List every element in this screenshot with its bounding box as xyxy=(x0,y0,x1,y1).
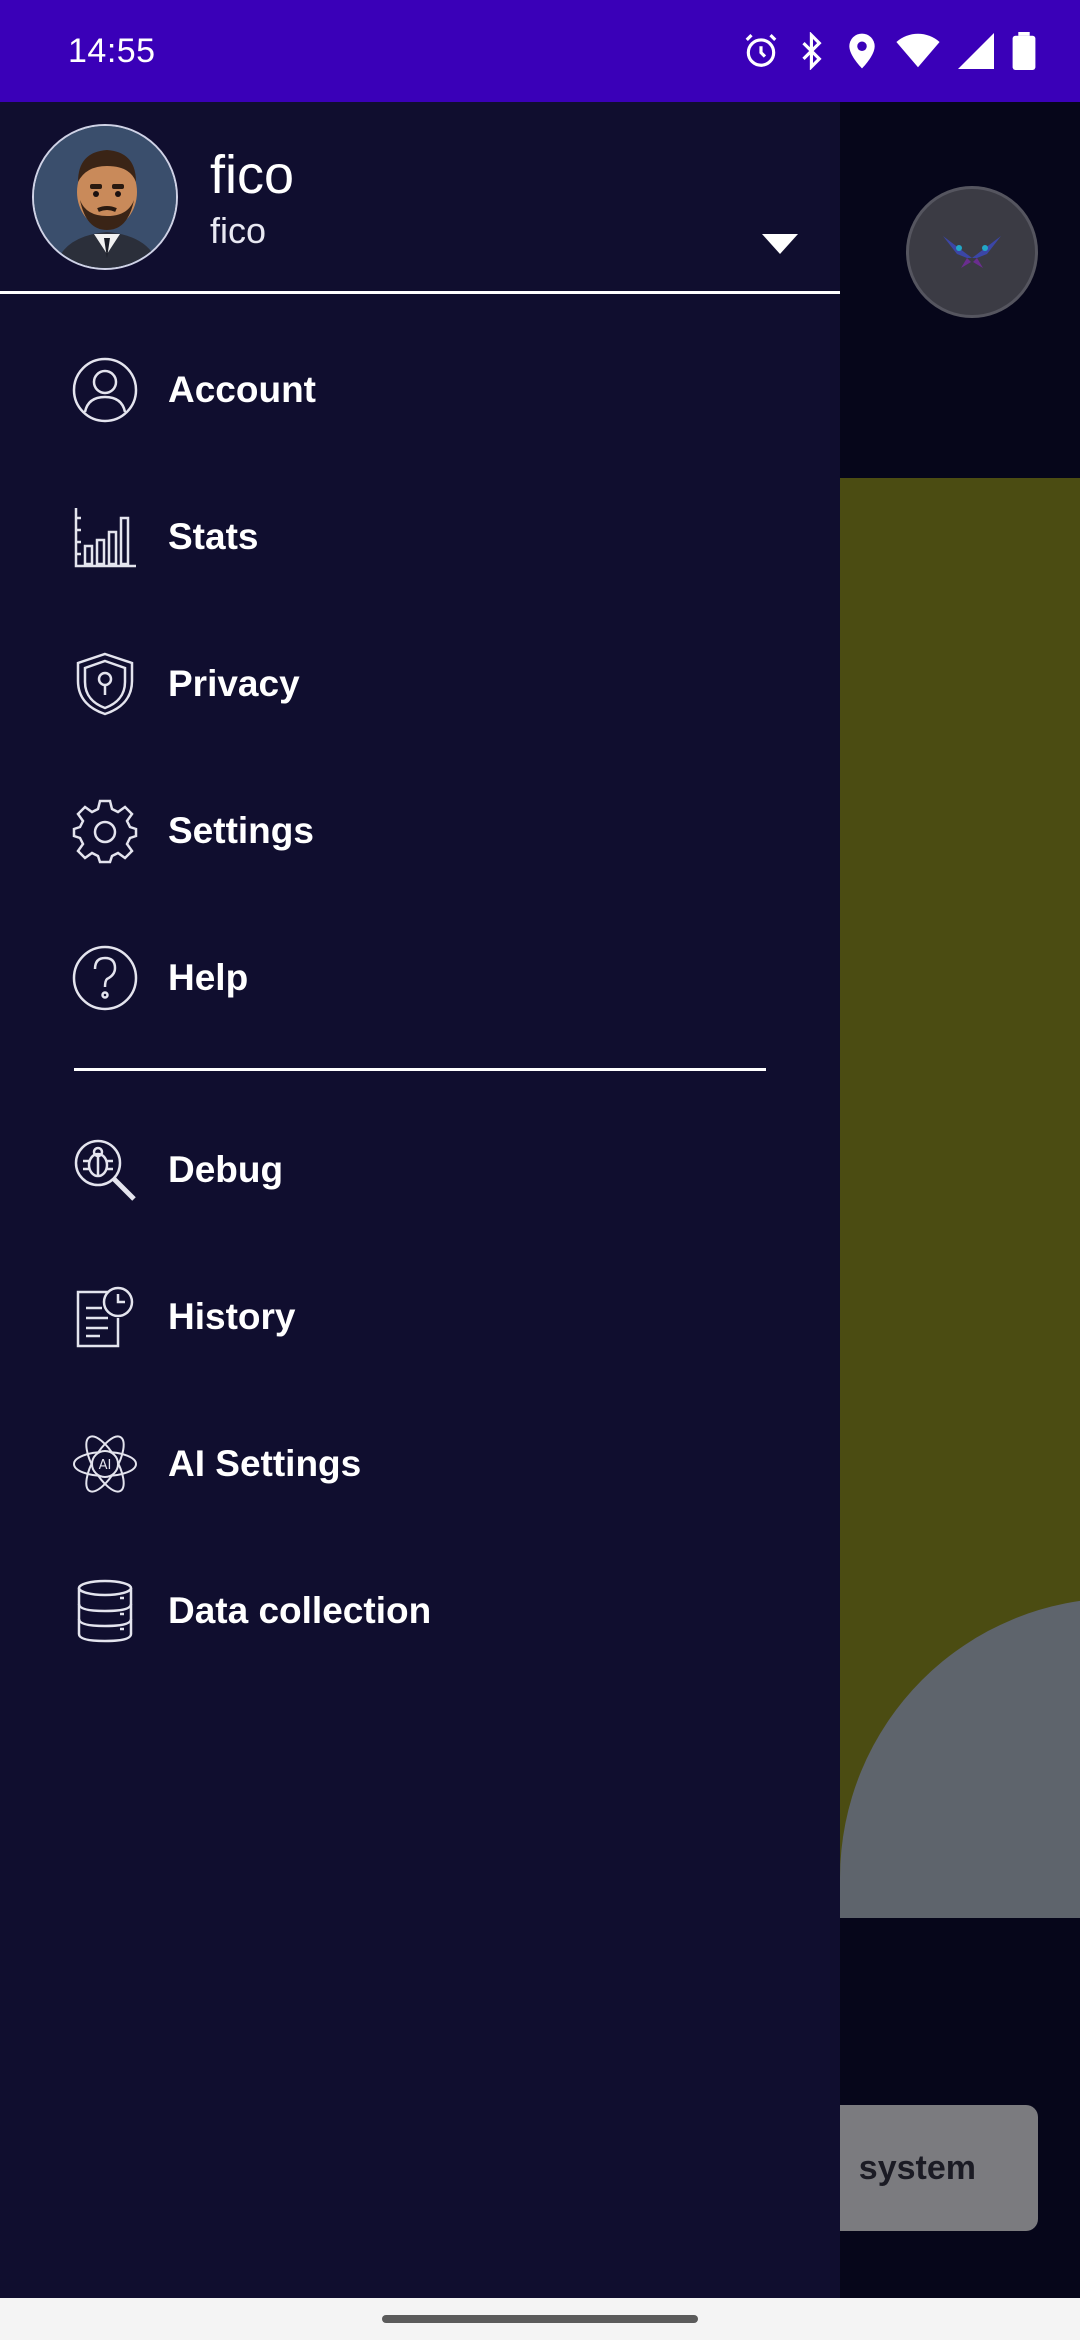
video-preview xyxy=(840,478,1080,1918)
menu-label-privacy: Privacy xyxy=(168,663,300,704)
svg-text:AI: AI xyxy=(99,1458,112,1473)
profile-avatar[interactable] xyxy=(32,124,178,270)
app-logo-avatar[interactable] xyxy=(906,186,1038,318)
menu-item-help[interactable]: Help xyxy=(0,918,840,1038)
bluetooth-icon xyxy=(798,32,828,70)
menu-label-history: History xyxy=(168,1296,296,1337)
menu-label-ai-settings: AI Settings xyxy=(168,1443,362,1484)
menu-item-account[interactable]: Account xyxy=(0,330,840,450)
location-icon xyxy=(846,32,878,70)
menu-label-settings: Settings xyxy=(168,810,314,851)
home-indicator[interactable] xyxy=(382,2315,698,2323)
status-time: 14:55 xyxy=(68,31,156,70)
signal-icon xyxy=(958,33,994,69)
status-bar: 14:55 xyxy=(0,0,1080,102)
menu-item-history[interactable]: History xyxy=(0,1257,840,1377)
navigation-drawer: fico fico Account Stats Privacy Settings… xyxy=(0,102,840,2298)
menu-label-debug: Debug xyxy=(168,1149,284,1190)
menu-label-help: Help xyxy=(168,957,249,998)
privacy-shield-icon xyxy=(72,651,138,717)
database-icon xyxy=(72,1578,138,1644)
help-icon xyxy=(72,945,138,1011)
profile-name: fico xyxy=(210,145,295,205)
menu-label-account: Account xyxy=(168,369,316,410)
avatar-illustration xyxy=(34,126,176,268)
history-icon xyxy=(72,1284,138,1350)
wifi-icon xyxy=(896,33,940,69)
drawer-header: fico fico xyxy=(0,102,840,294)
menu-item-debug[interactable]: Debug xyxy=(0,1110,840,1230)
caret-down-icon xyxy=(762,233,798,259)
menu-item-settings[interactable]: Settings xyxy=(0,771,840,891)
account-switcher-dropdown[interactable] xyxy=(760,233,800,259)
battery-icon xyxy=(1012,32,1036,70)
debug-icon xyxy=(72,1137,138,1203)
system-button-label: system xyxy=(858,2148,976,2187)
menu-item-data-collection[interactable]: Data collection xyxy=(0,1551,840,1671)
status-icons xyxy=(742,32,1036,70)
menu-label-data-collection: Data collection xyxy=(168,1590,432,1631)
ai-settings-icon: AI xyxy=(72,1431,138,1497)
screen: 14:55 system fico fico Account Stats Pri… xyxy=(0,0,1080,2340)
gear-icon xyxy=(72,798,138,864)
profile-handle: fico xyxy=(210,210,267,251)
account-icon xyxy=(72,357,138,423)
stats-icon xyxy=(72,504,138,570)
menu-item-stats[interactable]: Stats xyxy=(0,477,840,597)
menu-item-ai-settings[interactable]: AI AI Settings xyxy=(0,1404,840,1524)
menu-divider xyxy=(74,1068,766,1071)
butterfly-logo-icon xyxy=(937,228,1007,277)
menu-item-privacy[interactable]: Privacy xyxy=(0,624,840,744)
menu-label-stats: Stats xyxy=(168,516,259,557)
person-shoulder xyxy=(840,1598,1080,1918)
alarm-icon xyxy=(742,32,780,70)
